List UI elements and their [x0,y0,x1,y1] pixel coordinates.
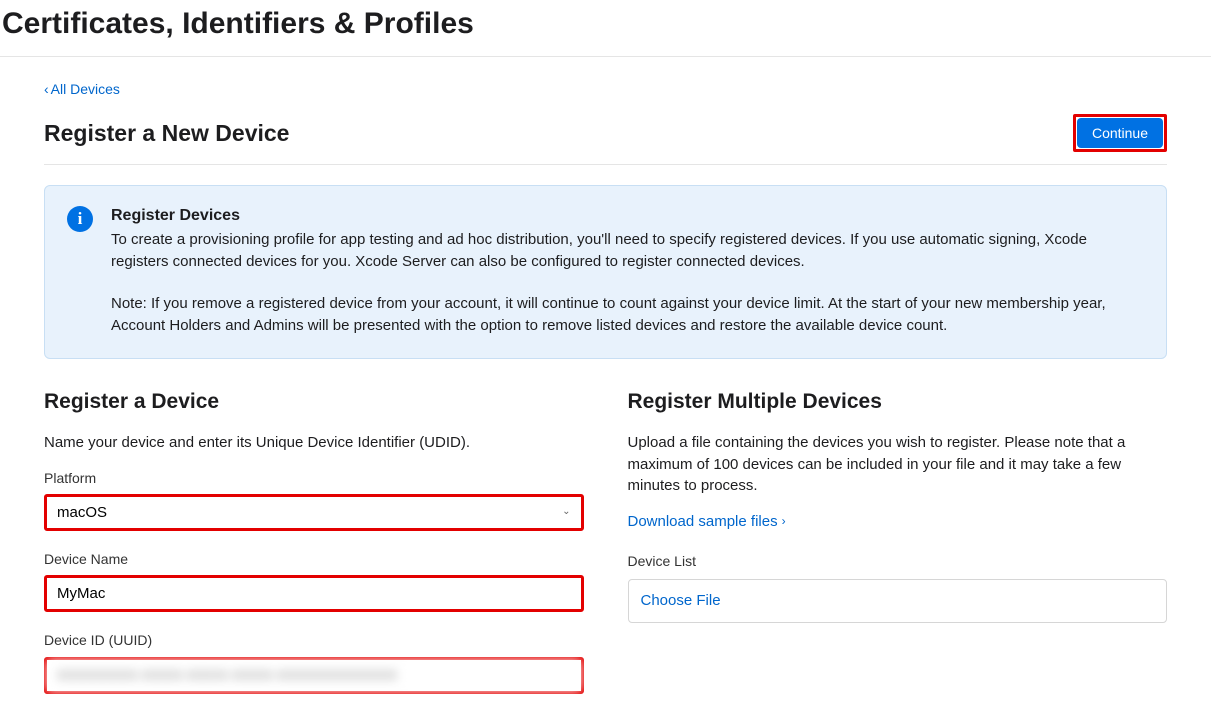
device-name-label: Device Name [44,549,584,569]
section-title: Register a New Device [44,117,289,150]
chevron-right-icon: › [782,513,786,530]
continue-highlight: Continue [1073,114,1167,152]
device-id-label: Device ID (UUID) [44,630,584,650]
device-list-label: Device List [628,551,1168,571]
device-id-input[interactable] [47,660,581,691]
register-device-title: Register a Device [44,387,584,417]
register-multiple-helper: Upload a file containing the devices you… [628,432,1168,497]
chevron-left-icon: ‹ [44,81,49,97]
info-text-2: Note: If you remove a registered device … [111,293,1144,337]
register-multiple-title: Register Multiple Devices [628,387,1168,417]
file-upload-box[interactable]: Choose File [628,579,1168,623]
info-callout: i Register Devices To create a provision… [44,185,1167,359]
platform-highlight: macOS ⌄ [44,494,584,531]
platform-select[interactable]: macOS [47,497,581,528]
device-id-highlight [44,657,584,694]
info-icon: i [67,206,93,232]
download-sample-link[interactable]: Download sample files › [628,511,786,533]
download-sample-label: Download sample files [628,511,778,533]
register-device-helper: Name your device and enter its Unique De… [44,432,584,454]
device-name-input[interactable] [47,578,581,609]
info-heading: Register Devices [111,204,1144,227]
page-title: Certificates, Identifiers & Profiles [0,0,1211,57]
continue-button[interactable]: Continue [1077,118,1163,148]
back-link-all-devices[interactable]: ‹All Devices [44,81,120,97]
info-text-1: To create a provisioning profile for app… [111,229,1144,273]
device-name-highlight [44,575,584,612]
choose-file-button[interactable]: Choose File [641,592,721,609]
back-link-label: All Devices [51,81,120,97]
platform-label: Platform [44,468,584,488]
